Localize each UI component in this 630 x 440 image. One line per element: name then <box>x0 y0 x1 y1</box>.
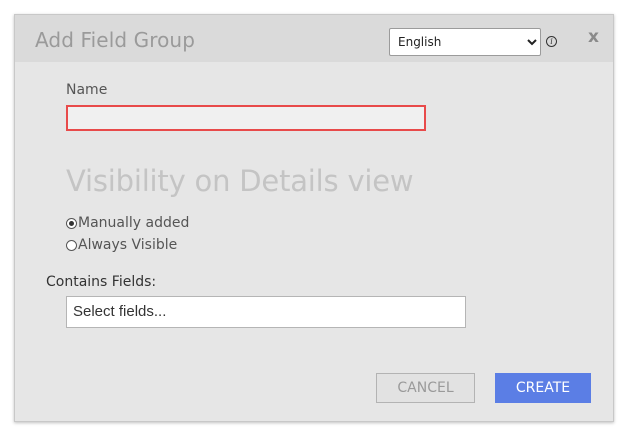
name-label: Name <box>66 82 108 98</box>
radio-button-checked[interactable] <box>66 217 77 229</box>
add-field-group-dialog: Add Field Group English i x Name Visibil… <box>14 14 614 422</box>
radio-button-unchecked[interactable] <box>66 239 77 251</box>
language-select[interactable]: English <box>389 28 541 56</box>
info-icon[interactable]: i <box>546 36 557 47</box>
radio-label-always-visible: Always Visible <box>78 237 178 253</box>
radio-manually-added[interactable]: Manually added <box>66 215 189 231</box>
create-button[interactable]: CREATE <box>495 373 591 403</box>
contains-fields-label: Contains Fields: <box>46 274 157 290</box>
radio-always-visible[interactable]: Always Visible <box>66 237 177 253</box>
visibility-heading: Visibility on Details view <box>66 164 414 198</box>
radio-label-manually-added: Manually added <box>78 215 190 231</box>
name-input[interactable] <box>66 105 426 131</box>
select-fields-input[interactable]: Select fields... <box>66 296 466 328</box>
close-icon[interactable]: x <box>588 27 599 47</box>
dialog-title: Add Field Group <box>35 28 195 52</box>
dialog-header: Add Field Group English i x <box>15 15 613 62</box>
cancel-button[interactable]: CANCEL <box>376 373 475 403</box>
